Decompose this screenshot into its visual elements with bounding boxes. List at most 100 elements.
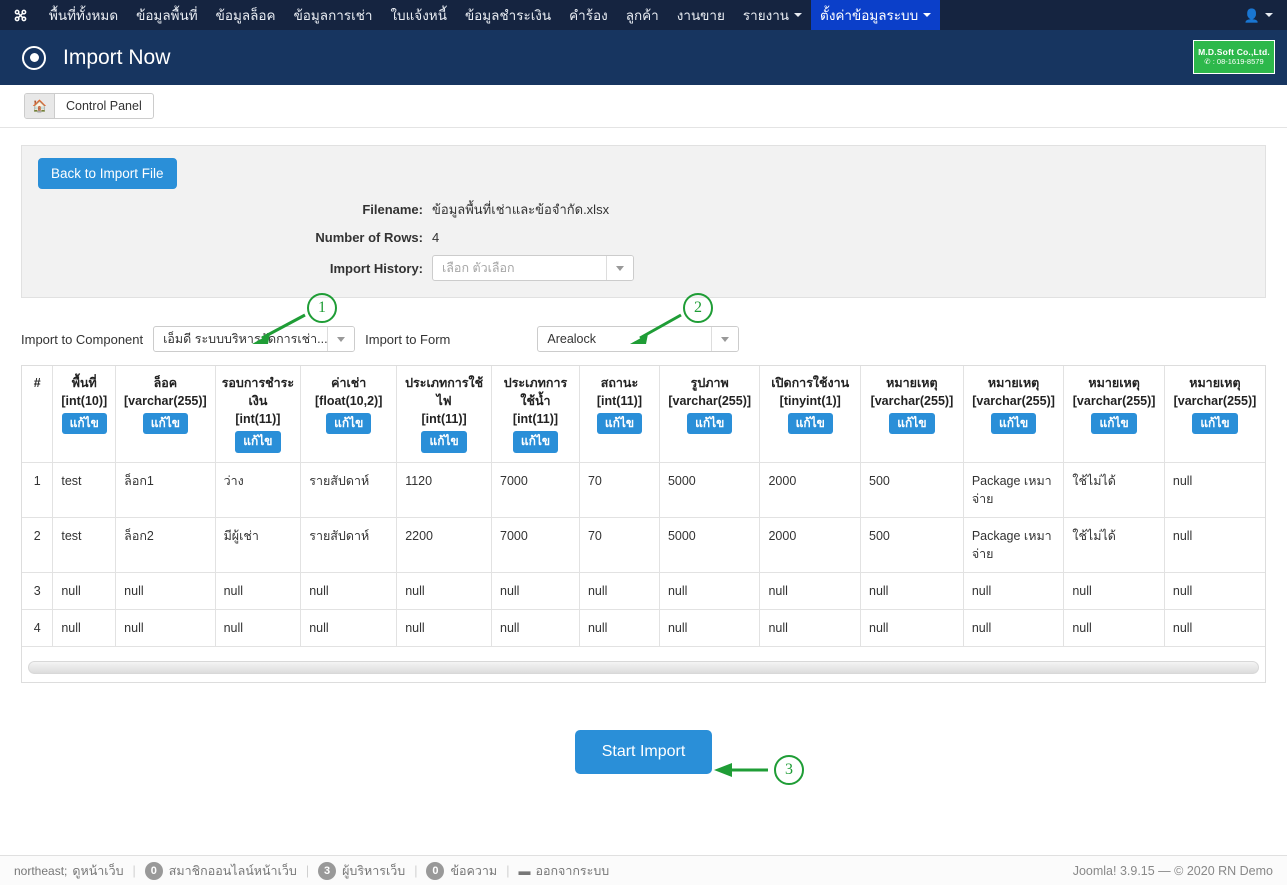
nav-item-label: พื้นที่ทั้งหมด: [49, 8, 119, 23]
visitors-count: 0: [144, 861, 163, 880]
logout-link[interactable]: ▬ ออกจากระบบ: [518, 861, 609, 881]
nav-item-7[interactable]: ลูกค้า: [617, 0, 668, 30]
table-cell: null: [52, 609, 117, 648]
row-index: 2: [22, 517, 54, 574]
table-cell: null: [659, 572, 761, 611]
edit-column-button[interactable]: แก้ไข: [235, 431, 281, 453]
table-cell: null: [659, 609, 761, 648]
nav-item-2[interactable]: ข้อมูลล็อค: [207, 0, 285, 30]
edit-column-button[interactable]: แก้ไข: [142, 413, 188, 435]
nav-item-label: คำร้อง: [569, 8, 608, 23]
table-cell: null: [860, 609, 964, 648]
column-header-6: สถานะ [int(11)] แก้ไข: [579, 366, 660, 463]
edit-column-button[interactable]: แก้ไข: [596, 413, 643, 435]
messages-count: 0: [426, 861, 445, 880]
nav-item-label: ข้อมูลพื้นที่: [136, 8, 198, 23]
chevron-down-icon[interactable]: [606, 256, 633, 280]
breadcrumb-group[interactable]: 🏠 Control Panel: [24, 93, 154, 119]
table-cell: null: [963, 609, 1065, 648]
nav-item-0[interactable]: พื้นที่ทั้งหมด: [40, 0, 127, 30]
chevron-down-icon[interactable]: [711, 327, 739, 351]
nav-item-10[interactable]: ตั้งค่าข้อมูลระบบ: [811, 0, 941, 30]
column-name: หมายเหตุ: [987, 376, 1040, 390]
nav-item-label: ลูกค้า: [625, 8, 659, 23]
nav-item-label: ข้อมูลชำระเงิน: [464, 8, 552, 23]
admins-link[interactable]: 3 ผู้บริหารเว็บ: [318, 861, 405, 881]
table-cell: มีผู้เช่า: [215, 517, 302, 574]
table-cell: null: [396, 572, 492, 611]
column-header-3: ค่าเช่า [float(10,2)] แก้ไข: [300, 366, 398, 463]
edit-column-button[interactable]: แก้ไข: [787, 413, 833, 435]
visitors-label: สมาชิกออนไลน์หน้าเว็บ: [168, 863, 297, 878]
edit-column-button[interactable]: แก้ไข: [1192, 413, 1238, 435]
view-site-link[interactable]: northeast; ดูหน้าเว็บ: [14, 861, 124, 881]
annotation-badge-2: 2: [683, 293, 713, 323]
nav-item-4[interactable]: ใบแจ้งหนี้: [381, 0, 456, 30]
breadcrumb: 🏠 Control Panel: [0, 85, 1287, 128]
column-type: [varchar(255)]: [1072, 394, 1156, 409]
edit-column-button[interactable]: แก้ไข: [687, 413, 733, 435]
nav-items: พื้นที่ทั้งหมด ข้อมูลพื้นที่ ข้อมูลล็อค ข้อ…: [40, 0, 941, 30]
table-body: 1 test ล็อก1 ว่าง รายสัปดาห์ 1120 7000 70 5000 20…: [22, 462, 1265, 648]
joomla-icon[interactable]: [0, 0, 40, 30]
table-cell: null: [1164, 462, 1265, 518]
edit-column-button[interactable]: แก้ไข: [421, 431, 467, 453]
table-cell: ล็อก1: [115, 462, 216, 518]
table-cell: test: [52, 462, 117, 518]
nav-item-3[interactable]: ข้อมูลการเช่า: [285, 0, 382, 30]
status-divider: |: [414, 863, 418, 878]
row-index: 3: [22, 572, 54, 611]
brand-logo: M.D.Soft Co.,Ltd. ✆ : 08-1619-8579: [1193, 40, 1275, 74]
visitors-link[interactable]: 0 สมาชิกออนไลน์หน้าเว็บ: [144, 861, 297, 881]
column-header-11: หมายเหตุ [varchar(255)] แก้ไข: [1063, 366, 1165, 463]
edit-column-button[interactable]: แก้ไข: [1091, 413, 1137, 435]
top-navbar: พื้นที่ทั้งหมด ข้อมูลพื้นที่ ข้อมูลล็อค ข้อ…: [0, 0, 1287, 30]
nav-item-9[interactable]: รายงาน: [734, 0, 811, 30]
edit-column-button[interactable]: แก้ไข: [61, 413, 107, 435]
column-name: หมายเหตุ: [1189, 376, 1241, 390]
nav-item-6[interactable]: คำร้อง: [560, 0, 617, 30]
column-name: รูปภาพ: [690, 376, 729, 390]
chevron-down-icon[interactable]: [327, 327, 355, 351]
import-to-component-label: Import to Component: [21, 331, 144, 347]
import-to-form-label: Import to Form: [365, 331, 451, 347]
edit-column-button[interactable]: แก้ไข: [990, 413, 1037, 435]
column-name: ประเภทการใช้น้ำ: [503, 376, 568, 409]
nav-item-1[interactable]: ข้อมูลพื้นที่: [127, 0, 207, 30]
table-cell: Package เหมาจ่าย: [963, 462, 1065, 518]
back-to-import-file-button[interactable]: Back to Import File: [38, 158, 177, 189]
import-to-component-select[interactable]: เอ็มดี ระบบบริหารจัดการเช่า...: [153, 326, 356, 352]
number-of-rows-value: 4: [432, 230, 440, 245]
import-history-select[interactable]: เลือก ตัวเลือก: [432, 255, 634, 281]
table-cell: 7000: [491, 517, 580, 574]
table-cell: null: [396, 609, 492, 648]
user-menu[interactable]: 👤: [1244, 0, 1287, 30]
number-of-rows-label: Number of Rows:: [315, 230, 423, 245]
column-header-0: พื้นที่ [int(10)] แก้ไข: [52, 366, 117, 463]
table-cell: ล็อก2: [115, 517, 216, 574]
horizontal-scrollbar[interactable]: [28, 661, 1259, 675]
nav-item-8[interactable]: งานขาย: [668, 0, 734, 30]
home-icon[interactable]: 🏠: [25, 94, 55, 118]
table-cell: null: [860, 572, 964, 611]
column-type: [int(11)]: [235, 412, 281, 427]
table-row: 3 null null null null null null null null null nul…: [22, 572, 1265, 611]
table-cell: null: [491, 609, 580, 648]
edit-column-button[interactable]: แก้ไข: [326, 413, 372, 435]
column-header-12: หมายเหตุ [varchar(255)] แก้ไข: [1164, 366, 1265, 463]
import-to-form-select[interactable]: Arealock: [537, 326, 740, 352]
messages-link[interactable]: 0 ข้อความ: [426, 861, 497, 881]
logout-icon: ▬: [518, 863, 531, 878]
breadcrumb-label[interactable]: Control Panel: [55, 94, 153, 118]
view-site-label: ดูหน้าเว็บ: [72, 863, 124, 878]
column-header-8: เปิดการใช้งาน [tinyint(1)] แก้ไข: [759, 366, 861, 463]
column-name: ประเภทการใช้ไฟ: [405, 376, 484, 409]
edit-column-button[interactable]: แก้ไข: [512, 431, 559, 453]
column-name: ล็อค: [153, 376, 178, 390]
annotation-badge-1: 1: [307, 293, 337, 323]
chevron-down-icon: [1265, 13, 1273, 17]
edit-column-button[interactable]: แก้ไข: [889, 413, 935, 435]
start-import-button[interactable]: Start Import: [574, 730, 713, 775]
target-circle-icon: [22, 45, 46, 70]
nav-item-5[interactable]: ข้อมูลชำระเงิน: [456, 0, 560, 30]
